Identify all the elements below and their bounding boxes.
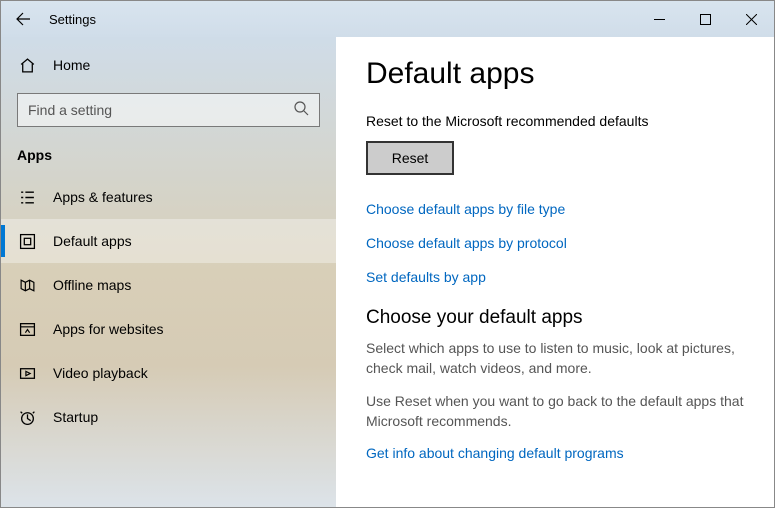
sidebar-item-default-apps[interactable]: Default apps bbox=[1, 219, 336, 263]
websites-icon bbox=[17, 321, 37, 338]
maximize-icon bbox=[700, 14, 711, 25]
maximize-button[interactable] bbox=[682, 1, 728, 37]
reset-button[interactable]: Reset bbox=[366, 141, 454, 175]
sidebar-item-offline-maps[interactable]: Offline maps bbox=[1, 263, 336, 307]
sidebar-item-apps-features[interactable]: Apps & features bbox=[1, 175, 336, 219]
close-icon bbox=[746, 14, 757, 25]
sidebar: Home Apps Apps & features Default ap bbox=[1, 37, 336, 507]
reset-description: Reset to the Microsoft recommended defau… bbox=[366, 113, 744, 129]
home-icon bbox=[17, 57, 37, 74]
search-box[interactable] bbox=[17, 93, 320, 127]
link-by-app[interactable]: Set defaults by app bbox=[366, 269, 744, 285]
window-controls bbox=[636, 1, 774, 37]
list-icon bbox=[17, 189, 37, 206]
sidebar-item-apps-websites[interactable]: Apps for websites bbox=[1, 307, 336, 351]
back-arrow-icon bbox=[15, 11, 31, 27]
content-area: Home Apps Apps & features Default ap bbox=[1, 37, 774, 507]
page-heading: Default apps bbox=[366, 57, 744, 91]
title-bar: Settings bbox=[1, 1, 774, 37]
sidebar-item-label: Apps for websites bbox=[53, 321, 164, 337]
video-icon bbox=[17, 365, 37, 382]
close-button[interactable] bbox=[728, 1, 774, 37]
info-link[interactable]: Get info about changing default programs bbox=[366, 445, 624, 461]
settings-window: Settings Home bbox=[0, 0, 775, 508]
minimize-button[interactable] bbox=[636, 1, 682, 37]
description-1: Select which apps to use to listen to mu… bbox=[366, 339, 744, 378]
defaults-icon bbox=[17, 233, 37, 250]
search-input[interactable] bbox=[28, 102, 293, 118]
sub-heading: Choose your default apps bbox=[366, 307, 744, 329]
link-list: Choose default apps by file type Choose … bbox=[366, 201, 744, 285]
home-label: Home bbox=[53, 57, 90, 73]
main-panel: Default apps Reset to the Microsoft reco… bbox=[336, 37, 774, 507]
description-2: Use Reset when you want to go back to th… bbox=[366, 392, 744, 431]
sidebar-item-label: Video playback bbox=[53, 365, 148, 381]
sidebar-item-video-playback[interactable]: Video playback bbox=[1, 351, 336, 395]
window-title: Settings bbox=[49, 12, 96, 27]
sidebar-item-label: Offline maps bbox=[53, 277, 131, 293]
back-button[interactable] bbox=[1, 1, 45, 37]
sidebar-item-startup[interactable]: Startup bbox=[1, 395, 336, 439]
map-icon bbox=[17, 277, 37, 294]
sidebar-item-label: Default apps bbox=[53, 233, 132, 249]
minimize-icon bbox=[654, 14, 665, 25]
link-file-type[interactable]: Choose default apps by file type bbox=[366, 201, 744, 217]
sidebar-item-label: Apps & features bbox=[53, 189, 153, 205]
category-heading: Apps bbox=[1, 141, 336, 175]
link-protocol[interactable]: Choose default apps by protocol bbox=[366, 235, 744, 251]
search-icon bbox=[293, 100, 309, 121]
startup-icon bbox=[17, 409, 37, 426]
sidebar-item-label: Startup bbox=[53, 409, 98, 425]
home-nav[interactable]: Home bbox=[1, 47, 336, 83]
